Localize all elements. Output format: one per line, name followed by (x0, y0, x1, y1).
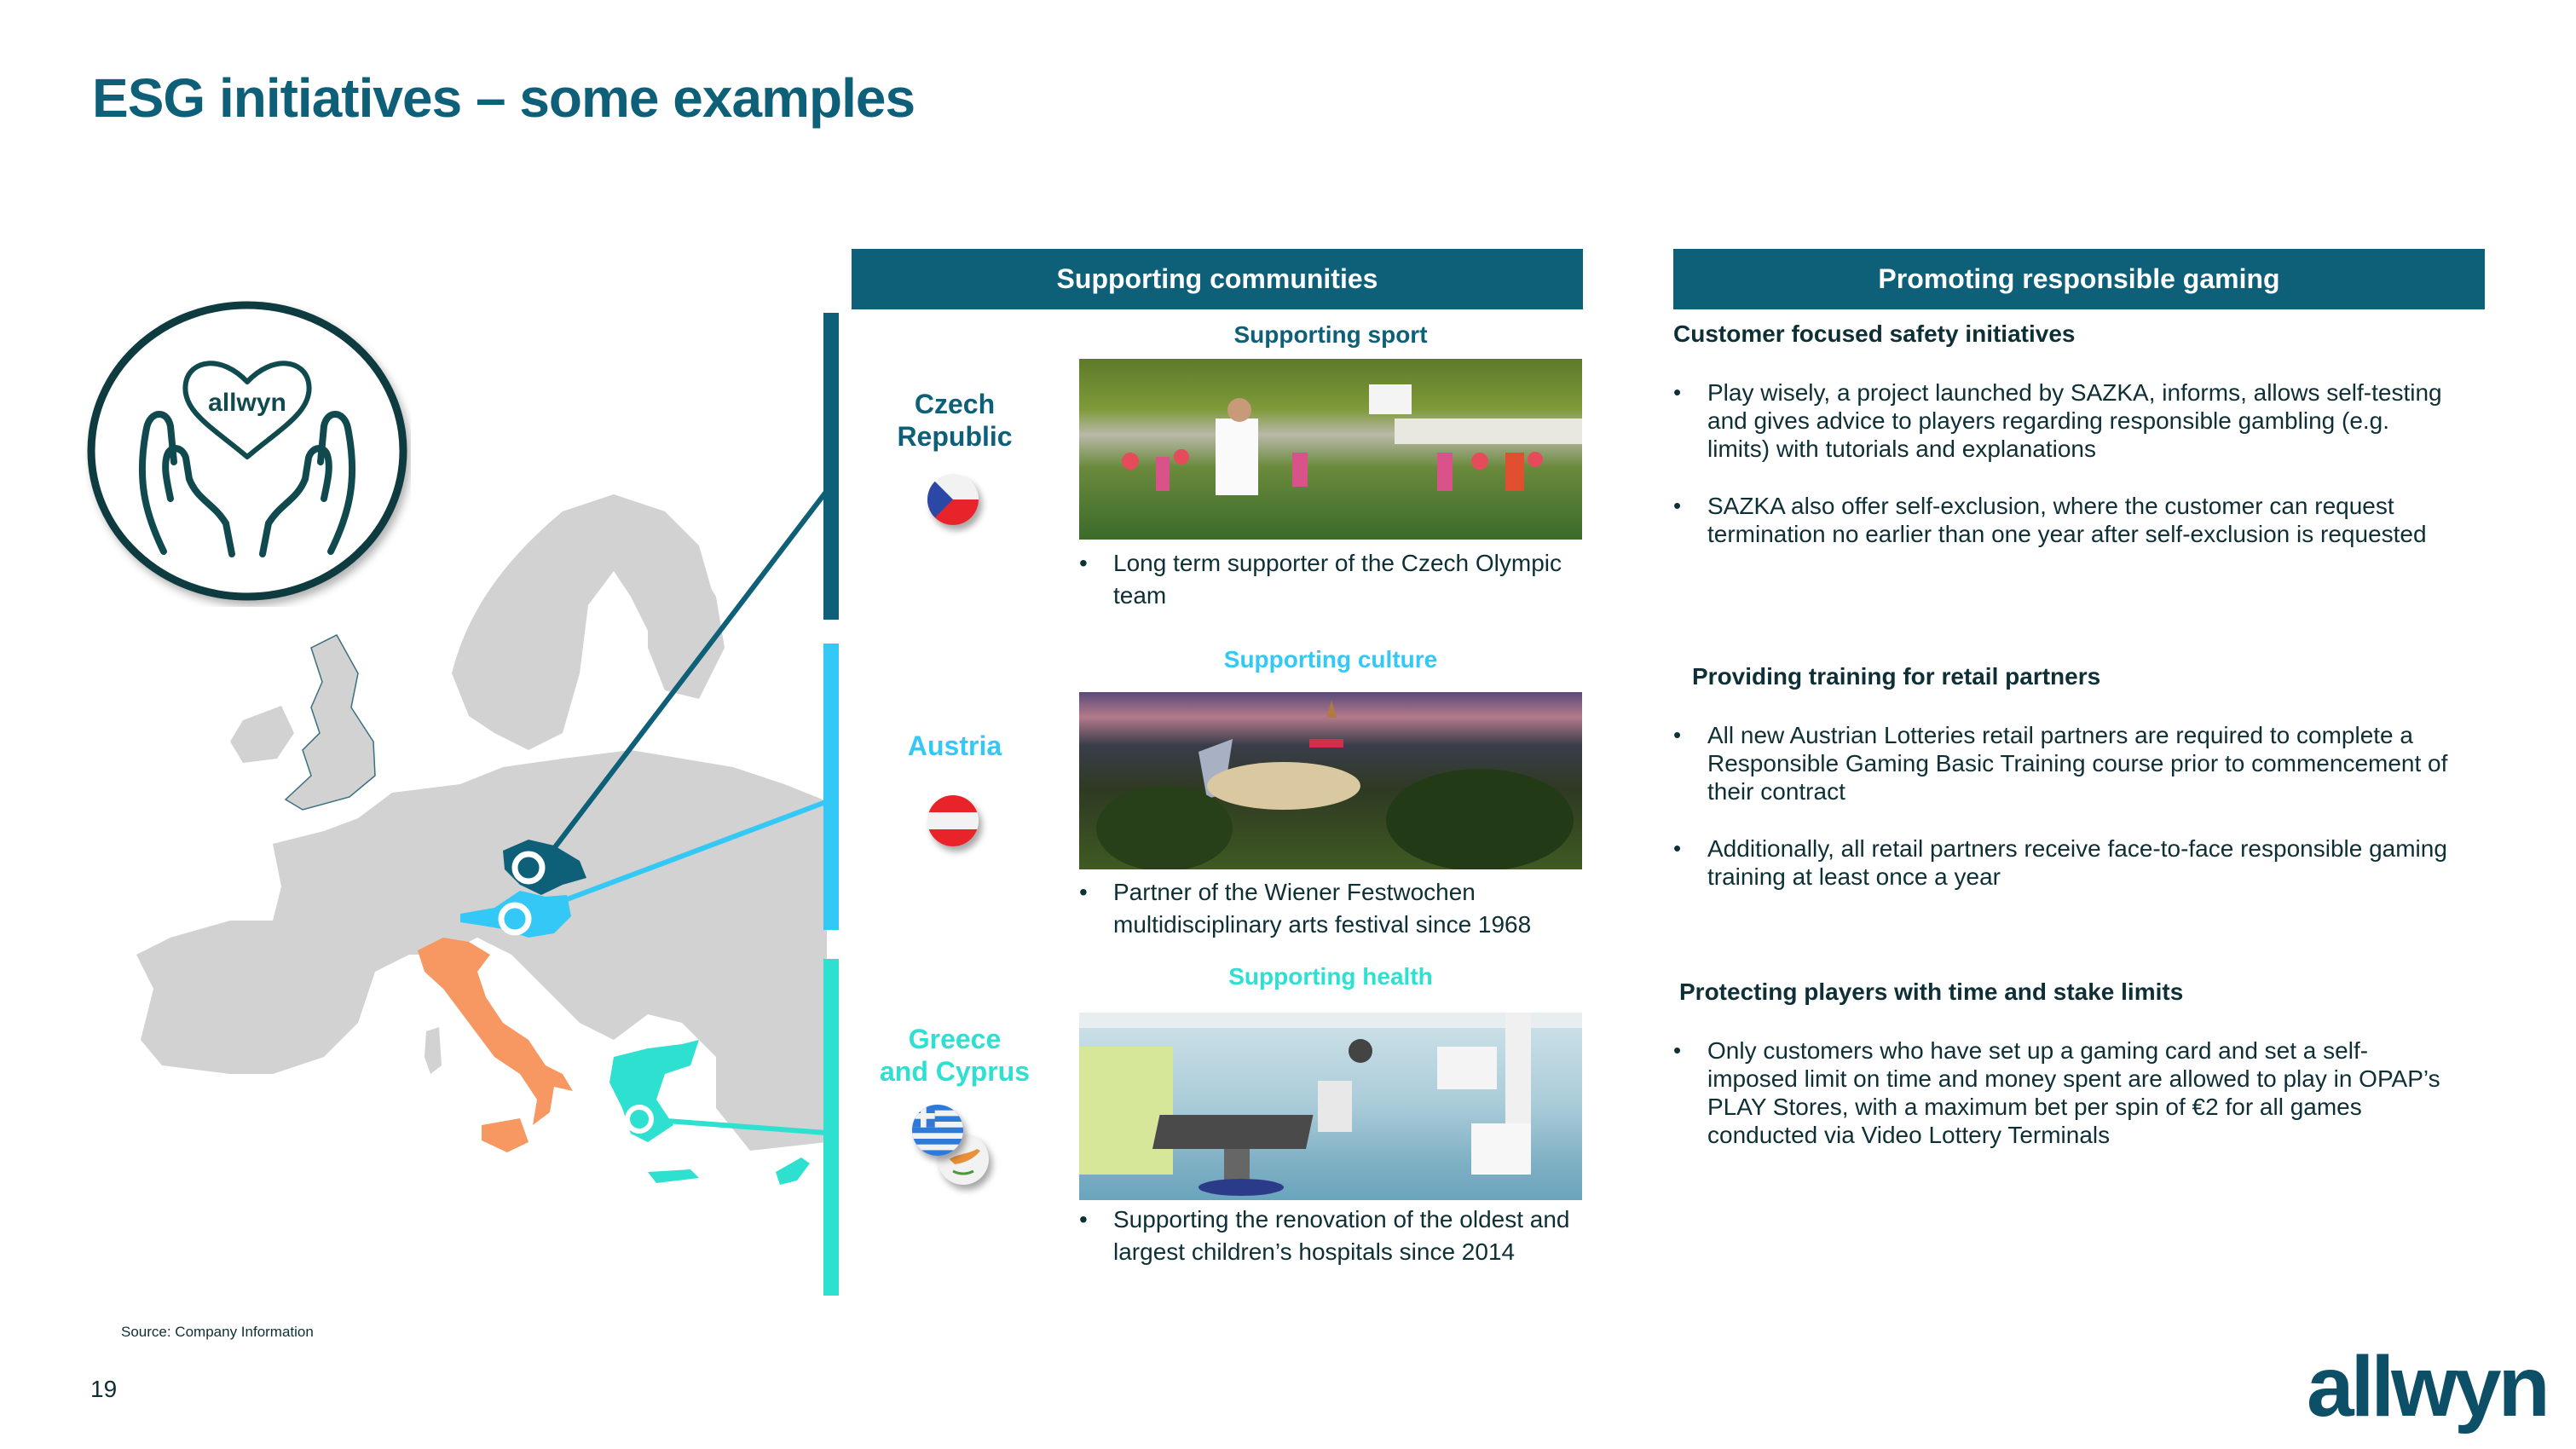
country-label-czech: Czech Republic (897, 389, 1013, 452)
health-photo (1079, 1013, 1582, 1200)
sport-description: Long term supporter of the Czech Olympic… (1079, 547, 1582, 612)
page-number: 19 (90, 1376, 118, 1402)
greece-accent-bar (823, 959, 839, 1296)
map-crete (648, 1169, 699, 1183)
training-bullet: Additionally, all retail partners receiv… (1673, 834, 2475, 891)
czech-accent-bar (823, 313, 839, 620)
source-note: Source: Company Information (121, 1324, 314, 1340)
subheading-health: Supporting health (1228, 963, 1433, 990)
allwyn-logo: allwyn (2307, 1339, 2550, 1435)
europe-map (102, 476, 852, 1227)
section-safety-bullets: Play wisely, a project launched by SAZKA… (1673, 378, 2458, 577)
czech-flag-icon (927, 474, 979, 525)
sport-photo (1079, 359, 1582, 540)
map-ireland (230, 706, 294, 763)
page-title: ESG initiatives – some examples (92, 67, 915, 129)
subheading-culture: Supporting culture (1223, 646, 1438, 673)
map-uk (284, 634, 376, 811)
badge-heart-text: allwyn (208, 389, 286, 417)
training-bullet: All new Austrian Lotteries retail partne… (1673, 721, 2475, 805)
communities-header: Supporting communities (852, 249, 1583, 309)
culture-photo (1079, 692, 1582, 869)
austria-marker (498, 902, 532, 936)
map-sardinia (425, 1027, 442, 1074)
country-label-austria: Austria (907, 730, 1002, 761)
safety-bullet: SAZKA also offer self-exclusion, where t… (1673, 492, 2458, 548)
greece-marker (625, 1105, 654, 1134)
culture-bullet: Partner of the Wiener Festwochen multidi… (1079, 876, 1582, 941)
austria-accent-bar (823, 644, 839, 930)
health-bullet: Supporting the renovation of the oldest … (1079, 1204, 1582, 1268)
greece-flag-icon (912, 1105, 963, 1156)
section-title-training: Providing training for retail partners (1692, 663, 2101, 690)
czech-marker (511, 851, 546, 885)
culture-description: Partner of the Wiener Festwochen multidi… (1079, 876, 1582, 941)
subheading-sport: Supporting sport (1233, 321, 1428, 348)
country-label-greece-cyprus: Greece and Cyprus (879, 1024, 1031, 1087)
section-title-limits: Protecting players with time and stake l… (1679, 979, 2184, 1005)
map-greece (609, 1040, 699, 1142)
section-title-safety: Customer focused safety initiatives (1673, 320, 2076, 347)
limits-bullet: Only customers who have set up a gaming … (1673, 1036, 2458, 1149)
map-cyprus (776, 1157, 810, 1185)
responsible-gaming-header: Promoting responsible gaming (1673, 249, 2485, 309)
section-training-bullets: All new Austrian Lotteries retail partne… (1673, 721, 2475, 920)
safety-bullet: Play wisely, a project launched by SAZKA… (1673, 378, 2458, 463)
section-limits-bullets: Only customers who have set up a gaming … (1673, 1036, 2458, 1178)
map-sicily (482, 1118, 528, 1152)
austria-flag-icon (927, 795, 979, 846)
sport-bullet: Long term supporter of the Czech Olympic… (1079, 547, 1582, 612)
health-description: Supporting the renovation of the oldest … (1079, 1204, 1582, 1268)
